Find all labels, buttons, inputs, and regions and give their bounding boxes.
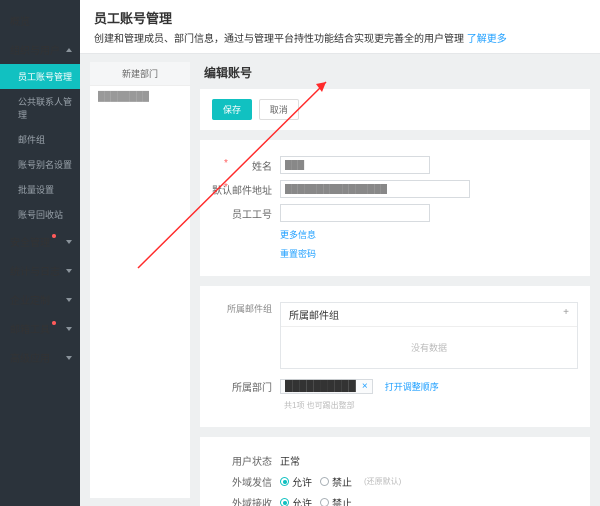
learn-more-link[interactable]: 了解更多 bbox=[467, 34, 507, 45]
badge-icon bbox=[52, 234, 56, 238]
nav-org-alias[interactable]: 账号别名设置 bbox=[0, 152, 80, 177]
dept-label: 所属部门 bbox=[212, 379, 280, 394]
status-value: 正常 bbox=[280, 453, 300, 468]
mailgroup-section-label: 所属邮件组 bbox=[212, 302, 280, 315]
dept-root-item[interactable]: ████████ bbox=[90, 86, 190, 106]
nav-tools[interactable]: 邮箱工具 bbox=[0, 314, 80, 343]
chevron-down-icon bbox=[66, 269, 72, 273]
nav-org-mailgroups[interactable]: 邮件组 bbox=[0, 127, 80, 152]
nav-overview[interactable]: 概览 bbox=[0, 6, 80, 35]
nav-security[interactable]: 安全管理 bbox=[0, 227, 80, 256]
nav-stats[interactable]: 统计与日志 bbox=[0, 256, 80, 285]
remove-dept-icon[interactable]: × bbox=[362, 381, 368, 392]
save-button-top[interactable]: 保存 bbox=[212, 99, 252, 120]
badge-icon bbox=[52, 321, 56, 325]
email-label: 默认邮件地址 bbox=[212, 182, 280, 197]
nav-custom[interactable]: 企业定制 bbox=[0, 285, 80, 314]
department-tree: 新建部门 ████████ bbox=[90, 62, 190, 498]
chevron-down-icon bbox=[66, 356, 72, 360]
chevron-down-icon bbox=[66, 298, 72, 302]
reset-password-link[interactable]: 重置密码 bbox=[280, 247, 316, 260]
main-content: 员工账号管理 创建和管理成员、部门信息，通过与管理平台持性功能结合实现更完善全的… bbox=[80, 0, 600, 506]
chevron-up-icon bbox=[66, 48, 72, 52]
form-panel: 编辑账号 保存 取消 姓名 默认邮件地址 员工工号 更多信息 重置密码 所属邮件… bbox=[200, 62, 590, 498]
extsend-deny-radio[interactable]: 禁止 bbox=[320, 474, 352, 489]
page-description: 创建和管理成员、部门信息，通过与管理平台持性功能结合实现更完善全的用户管理 了解… bbox=[94, 30, 586, 45]
nav-org-contacts[interactable]: 公共联系人管理 bbox=[0, 89, 80, 127]
chevron-down-icon bbox=[66, 240, 72, 244]
page-header: 员工账号管理 创建和管理成员、部门信息，通过与管理平台持性功能结合实现更完善全的… bbox=[80, 0, 600, 54]
name-input[interactable] bbox=[280, 156, 430, 174]
empid-input[interactable] bbox=[280, 204, 430, 222]
chevron-down-icon bbox=[66, 327, 72, 331]
page-title: 员工账号管理 bbox=[94, 8, 586, 27]
dept-tag: ██████████× bbox=[280, 379, 373, 394]
sidebar: 概览 组织与用户 员工账号管理 公共联系人管理 邮件组 账号别名设置 批量设置 … bbox=[0, 0, 80, 506]
cancel-button-top[interactable]: 取消 bbox=[259, 99, 299, 120]
more-info-link[interactable]: 更多信息 bbox=[280, 228, 316, 241]
mailgroup-empty: 没有数据 bbox=[281, 327, 577, 368]
nav-org[interactable]: 组织与用户 bbox=[0, 35, 80, 64]
name-label: 姓名 bbox=[212, 158, 280, 173]
adjust-order-link[interactable]: 打开调整顺序 bbox=[385, 380, 439, 393]
extsend-allow-radio[interactable]: 允许 bbox=[280, 474, 312, 489]
add-mailgroup-button[interactable]: + bbox=[563, 307, 569, 322]
nav-org-batch[interactable]: 批量设置 bbox=[0, 177, 80, 202]
email-input[interactable] bbox=[280, 180, 470, 198]
form-title: 编辑账号 bbox=[204, 64, 590, 81]
mailgroup-box: 所属邮件组+ 没有数据 bbox=[280, 302, 578, 369]
dept-sync-note: 共1项 也可踢出整部 bbox=[284, 400, 355, 411]
nav-advanced[interactable]: 高级应用 bbox=[0, 343, 80, 372]
nav-org-recycle[interactable]: 账号回收站 bbox=[0, 202, 80, 227]
extrecv-allow-radio[interactable]: 允许 bbox=[280, 495, 312, 506]
extrecv-deny-radio[interactable]: 禁止 bbox=[320, 495, 352, 506]
new-dept-button[interactable]: 新建部门 bbox=[90, 62, 190, 86]
empid-label: 员工工号 bbox=[212, 206, 280, 221]
nav-org-accounts[interactable]: 员工账号管理 bbox=[0, 64, 80, 89]
